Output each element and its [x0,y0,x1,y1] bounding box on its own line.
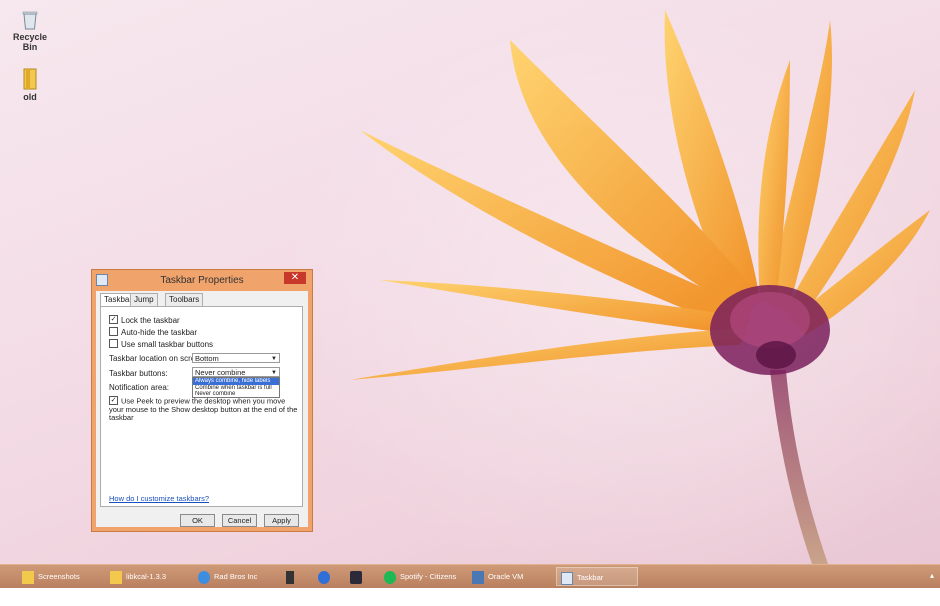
window-client-area: Taskbar Jump Lists Toolbars ✓Lock the ta… [96,291,308,527]
taskbar: Screenshots libkcal-1.3.3 Rad Bros Inc T… [0,564,940,601]
desktop-icon-old-folder[interactable]: old [8,68,52,102]
desktop-icon-label: Recycle Bin [12,32,48,52]
taskbar-item-phone[interactable] [282,567,304,586]
steam-icon [350,570,362,584]
taskbar-properties-window: Taskbar Properties ✕ Taskbar Jump Lists … [91,269,313,532]
dropdown-option[interactable]: Always combine, hide labels [193,378,279,385]
phone-icon [286,570,294,584]
location-value: Bottom [195,354,219,363]
apply-button[interactable]: Apply [264,514,299,527]
ok-button[interactable]: OK [180,514,215,527]
tab-jump-lists[interactable]: Jump Lists [130,293,158,316]
notification-label: Notification area: [109,383,170,392]
lock-taskbar-option[interactable]: ✓ Lock the taskbar [109,315,180,326]
virtualbox-icon [472,570,484,584]
peek-label: Use Peek to preview the desktop when you… [109,396,298,422]
taskbar-item-internet-explorer[interactable]: Rad Bros Inc Table... [194,567,276,600]
window-titlebar[interactable]: Taskbar Properties ✕ [92,270,312,290]
close-button[interactable]: ✕ [284,272,306,284]
buttons-value: Never combine [195,368,246,377]
taskbar-item-libkcal[interactable]: libkcal-1.3.3 [106,567,188,586]
peek-checkbox[interactable]: ✓ [109,396,118,405]
taskbar-item-screenshots[interactable]: Screenshots [18,567,100,586]
buttons-select[interactable]: Never combine ▼ [192,367,280,377]
taskbar-item-taskbar-properties[interactable]: Taskbar Properties [556,567,638,601]
desktop-icon-label: old [23,92,37,102]
taskbar-item-chrome[interactable] [314,567,336,586]
desktop-icon-recycle-bin[interactable]: Recycle Bin [8,10,52,52]
small-buttons-checkbox[interactable] [109,339,118,349]
taskbar-item-label: libkcal-1.3.3 [126,572,167,581]
folder-icon [22,570,34,584]
taskbar-item-virtualbox[interactable]: Oracle VM Virtual... [468,567,550,600]
lock-taskbar-label: Lock the taskbar [121,316,180,325]
tray-overflow-icon[interactable]: ▴ [930,571,934,580]
window-title: Taskbar Properties [160,275,244,286]
cancel-button[interactable]: Cancel [222,514,257,527]
taskbar-properties-icon [561,571,573,585]
lock-taskbar-checkbox[interactable]: ✓ [109,315,118,325]
tab-toolbars[interactable]: Toolbars [165,293,204,306]
auto-hide-checkbox[interactable] [109,327,118,337]
taskbar-item-spotify[interactable]: Spotify - Citizens ... [380,567,462,600]
chrome-icon [318,570,330,584]
buttons-label: Taskbar buttons: [109,369,168,378]
help-link[interactable]: How do I customize taskbars? [109,494,209,503]
auto-hide-option[interactable]: Auto-hide the taskbar [109,327,198,338]
location-select[interactable]: Bottom ▼ [192,353,280,363]
buttons-dropdown-list: Always combine, hide labels Combine when… [192,377,280,398]
chevron-down-icon: ▼ [271,356,277,362]
small-buttons-label: Use small taskbar buttons [121,340,214,349]
internet-explorer-icon [198,570,210,584]
folder-icon [23,68,37,90]
taskbar-item-label: Screenshots [38,572,80,581]
taskbar-item-steam[interactable] [346,567,368,586]
tab-panel-taskbar: ✓ Lock the taskbar Auto-hide the taskbar … [100,306,303,507]
auto-hide-label: Auto-hide the taskbar [121,328,198,337]
folder-icon [110,570,122,584]
spotify-icon [384,570,396,584]
peek-option[interactable]: ✓ Use Peek to preview the desktop when yo… [109,396,299,422]
recycle-bin-icon [22,11,38,30]
small-buttons-option[interactable]: Use small taskbar buttons [109,339,214,350]
